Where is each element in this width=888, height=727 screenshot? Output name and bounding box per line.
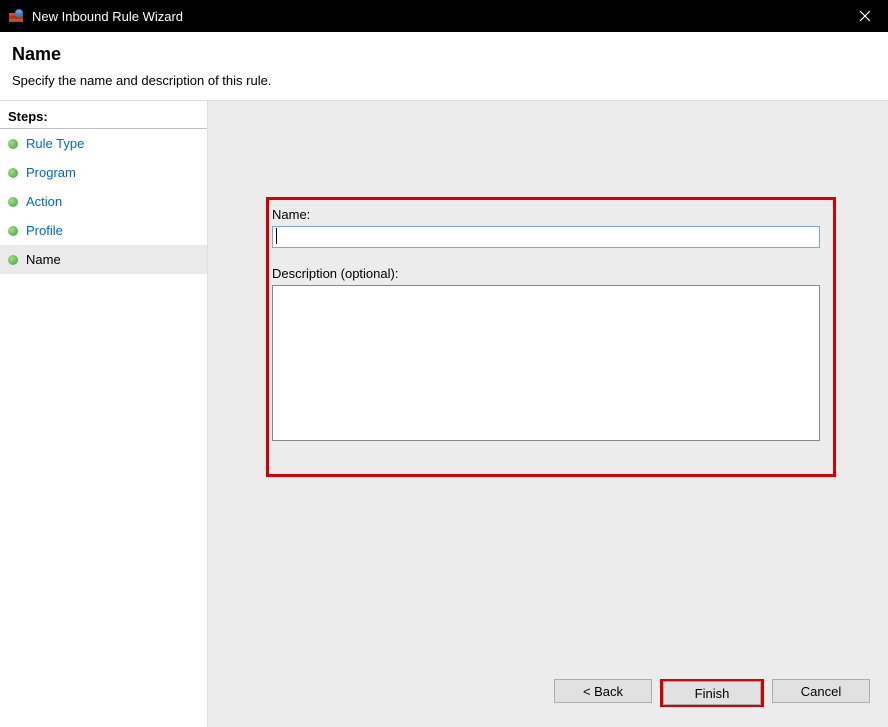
step-name[interactable]: Name: [0, 245, 207, 274]
text-cursor: [276, 228, 277, 244]
steps-header: Steps:: [0, 105, 207, 129]
bullet-icon: [8, 255, 18, 265]
window-title: New Inbound Rule Wizard: [32, 9, 183, 24]
bullet-icon: [8, 168, 18, 178]
description-textarea[interactable]: [272, 285, 820, 441]
description-label: Description (optional):: [272, 266, 822, 281]
step-label: Program: [26, 165, 76, 180]
step-label: Name: [26, 252, 61, 267]
step-label: Profile: [26, 223, 63, 238]
step-label: Rule Type: [26, 136, 84, 151]
finish-button[interactable]: Finish: [663, 681, 761, 705]
bullet-icon: [8, 139, 18, 149]
step-profile[interactable]: Profile: [0, 216, 207, 245]
name-input[interactable]: [272, 226, 820, 248]
finish-highlight-box: Finish: [660, 679, 764, 707]
form-area: Name: Description (optional):: [272, 207, 822, 444]
page-title: Name: [12, 44, 876, 65]
bullet-icon: [8, 197, 18, 207]
step-label: Action: [26, 194, 62, 209]
cancel-button[interactable]: Cancel: [772, 679, 870, 703]
close-button[interactable]: [842, 0, 888, 32]
firewall-icon: [8, 8, 24, 24]
step-rule-type[interactable]: Rule Type: [0, 129, 207, 158]
step-action[interactable]: Action: [0, 187, 207, 216]
main-panel: Name: Description (optional): < Back Fin…: [208, 101, 888, 727]
titlebar: New Inbound Rule Wizard: [0, 0, 888, 32]
close-icon: [859, 10, 871, 22]
bullet-icon: [8, 226, 18, 236]
name-label: Name:: [272, 207, 822, 222]
step-program[interactable]: Program: [0, 158, 207, 187]
wizard-buttons: < Back Finish Cancel: [554, 679, 870, 707]
content-area: Steps: Rule Type Program Action Profile …: [0, 100, 888, 727]
steps-sidebar: Steps: Rule Type Program Action Profile …: [0, 101, 208, 727]
page-subtitle: Specify the name and description of this…: [12, 73, 876, 88]
wizard-header: Name Specify the name and description of…: [0, 32, 888, 100]
back-button[interactable]: < Back: [554, 679, 652, 703]
